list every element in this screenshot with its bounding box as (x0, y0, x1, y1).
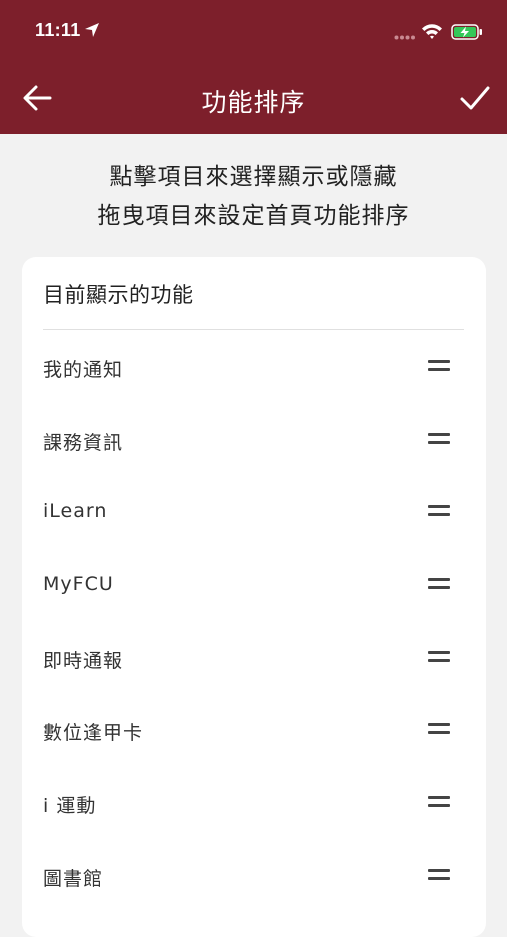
list-item-label: 課務資訊 (43, 432, 124, 454)
visible-functions-card: 目前顯示的功能 我的通知 課務資訊 iLearn MyFCU 即時通報 數位逢甲… (22, 257, 486, 937)
instruction-line-1: 點擊項目來選擇顯示或隱藏 (109, 164, 398, 190)
battery-charging-icon (451, 24, 482, 40)
instructions: 點擊項目來選擇顯示或隱藏 拖曳項目來設定首頁功能排序 (0, 158, 507, 236)
list-item[interactable]: i 運動 (22, 773, 486, 833)
list-item[interactable]: 數位逢甲卡 (22, 700, 486, 760)
top-bar: 11:11 功能排序 (0, 0, 507, 134)
nav-bar: 功能排序 (0, 60, 507, 134)
divider (43, 329, 464, 330)
list-item-label: 數位逢甲卡 (43, 722, 144, 744)
page-title: 功能排序 (201, 88, 306, 117)
drag-handle-icon[interactable] (428, 505, 450, 519)
instruction-line-2: 拖曳項目來設定首頁功能排序 (97, 203, 410, 229)
list-item-label: iLearn (43, 500, 108, 522)
status-bar: 11:11 (0, 0, 507, 60)
list-item[interactable]: 即時通報 (22, 628, 486, 688)
list-item-label: 圖書館 (43, 868, 104, 890)
signal-dots-icon (394, 35, 415, 40)
drag-handle-icon[interactable] (428, 869, 450, 883)
checkmark-icon[interactable] (459, 84, 491, 112)
drag-handle-icon[interactable] (428, 433, 450, 447)
drag-handle-icon[interactable] (428, 360, 450, 374)
list-item-label: 我的通知 (43, 359, 124, 381)
drag-handle-icon[interactable] (428, 796, 450, 810)
list-item[interactable]: 課務資訊 (22, 410, 486, 470)
status-time: 11:11 (35, 20, 81, 40)
list-item[interactable]: 圖書館 (22, 846, 486, 906)
list-item[interactable]: MyFCU (22, 555, 486, 615)
list-item[interactable]: iLearn (22, 482, 486, 542)
list-item-label: MyFCU (43, 573, 114, 595)
list-item-label: i 運動 (43, 795, 97, 817)
location-arrow-icon (85, 23, 99, 37)
wifi-icon (422, 24, 442, 39)
list-item-label: 即時通報 (43, 650, 124, 672)
drag-handle-icon[interactable] (428, 578, 450, 592)
list-item[interactable]: 我的通知 (22, 337, 486, 397)
card-title: 目前顯示的功能 (43, 283, 194, 307)
drag-handle-icon[interactable] (428, 651, 450, 665)
drag-handle-icon[interactable] (428, 723, 450, 737)
